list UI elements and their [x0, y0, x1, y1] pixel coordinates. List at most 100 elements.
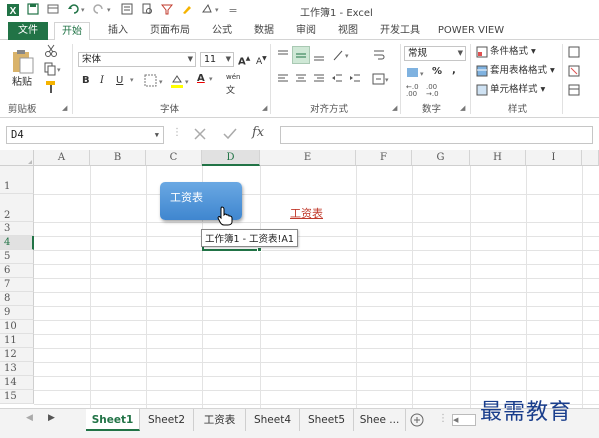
font-color-button[interactable]: A ▾ — [196, 72, 218, 88]
fill-handle[interactable] — [257, 247, 262, 252]
wrap-text-icon[interactable] — [372, 48, 386, 65]
delete-cells-icon[interactable] — [568, 65, 580, 80]
underline-button[interactable]: U — [116, 74, 123, 88]
enter-icon[interactable] — [222, 126, 238, 145]
conditional-format-icon[interactable] — [476, 46, 488, 61]
column-header[interactable]: G — [412, 150, 470, 166]
row-header[interactable]: 3 — [0, 222, 34, 236]
align-middle-icon[interactable] — [292, 46, 310, 64]
phonetic-button[interactable]: wén 文 — [226, 70, 240, 98]
tab-power-view[interactable]: POWER VIEW — [436, 22, 506, 40]
copy-icon[interactable]: ▾ — [44, 62, 62, 79]
redo-icon[interactable]: ▾ — [92, 3, 114, 19]
align-center-icon[interactable] — [294, 72, 308, 89]
row-header[interactable]: 1 — [0, 166, 34, 194]
format-painter-icon[interactable] — [44, 80, 58, 97]
decrease-decimal-icon[interactable]: .00 →.0 — [426, 84, 439, 98]
sheet-tab-sheet2[interactable]: Sheet2 — [140, 409, 194, 431]
row-header[interactable]: 15 — [0, 390, 34, 404]
formula-input[interactable] — [280, 126, 593, 144]
conditional-format-button[interactable]: 条件格式 ▾ — [490, 45, 536, 59]
form-icon[interactable] — [120, 3, 134, 19]
tab-file[interactable]: 文件 — [8, 22, 48, 40]
chevron-down-icon[interactable]: ▾ — [130, 76, 134, 84]
tab-insert[interactable]: 插入 — [100, 22, 136, 40]
row-header[interactable]: 6 — [0, 264, 34, 278]
row-header[interactable]: 7 — [0, 278, 34, 292]
insert-cells-icon[interactable] — [568, 46, 580, 61]
row-header[interactable]: 13 — [0, 362, 34, 376]
sheet-tab-more[interactable]: Shee ... — [354, 409, 406, 431]
brush-icon[interactable] — [180, 3, 194, 19]
format-table-icon[interactable] — [476, 65, 488, 80]
number-launcher-icon[interactable]: ◢ — [460, 104, 465, 112]
row-header[interactable]: 10 — [0, 320, 34, 334]
row-header[interactable]: 8 — [0, 292, 34, 306]
cancel-icon[interactable] — [192, 126, 208, 145]
shape-dropdown-icon[interactable]: ▾ — [200, 3, 224, 19]
border-icon[interactable]: ▾ — [144, 74, 166, 91]
accounting-format-icon[interactable]: ▾ — [406, 66, 428, 83]
sheet-tab-sheet1[interactable]: Sheet1 — [86, 409, 140, 431]
font-launcher-icon[interactable]: ◢ — [262, 104, 267, 112]
increase-indent-icon[interactable] — [348, 72, 362, 89]
shrink-font-button[interactable]: A▼ — [256, 52, 267, 69]
undo-icon[interactable]: ▾ — [66, 3, 88, 19]
horizontal-scrollbar[interactable]: ◀ — [452, 414, 476, 426]
clipboard-launcher-icon[interactable]: ◢ — [62, 104, 67, 112]
increase-decimal-icon[interactable]: ←.0.00 — [406, 84, 419, 98]
format-cells-icon[interactable] — [568, 84, 580, 99]
tab-view[interactable]: 视图 — [332, 22, 364, 40]
row-header[interactable]: 2 — [0, 194, 34, 222]
align-left-icon[interactable] — [276, 72, 290, 89]
customize-icon[interactable] — [46, 3, 60, 19]
sheet-tab-sheet5[interactable]: Sheet5 — [300, 409, 354, 431]
tab-page-layout[interactable]: 页面布局 — [144, 22, 196, 40]
percent-button[interactable]: % — [432, 65, 442, 79]
paste-icon[interactable] — [10, 48, 36, 76]
column-header[interactable]: E — [260, 150, 356, 166]
align-bottom-icon[interactable] — [312, 48, 326, 65]
column-header[interactable]: B — [90, 150, 146, 166]
column-header[interactable]: I — [526, 150, 582, 166]
alignment-launcher-icon[interactable]: ◢ — [392, 104, 397, 112]
column-header[interactable] — [582, 150, 599, 166]
align-right-icon[interactable] — [312, 72, 326, 89]
row-header[interactable]: 9 — [0, 306, 34, 320]
align-top-icon[interactable] — [276, 48, 290, 65]
tab-formulas[interactable]: 公式 — [206, 22, 238, 40]
hyperlink-cell[interactable]: 工资表 — [290, 205, 323, 221]
name-box[interactable]: D4 ▼ — [6, 126, 164, 144]
filter-icon[interactable] — [160, 3, 174, 19]
select-all-corner[interactable] — [0, 150, 34, 166]
grow-font-button[interactable]: A▲ — [238, 52, 250, 69]
scroll-left-icon[interactable]: ◀ — [26, 413, 33, 423]
cell-styles-button[interactable]: 单元格样式 ▾ — [490, 83, 545, 97]
merge-center-icon[interactable]: ▾ — [372, 72, 392, 89]
format-table-button[interactable]: 套用表格格式 ▾ — [490, 64, 555, 78]
bold-button[interactable]: B — [82, 74, 90, 88]
sheet-tab-wage[interactable]: 工资表 — [194, 409, 246, 431]
column-header[interactable]: H — [470, 150, 526, 166]
row-header-selected[interactable]: 4 — [0, 236, 34, 250]
row-header[interactable]: 11 — [0, 334, 34, 348]
column-header-selected[interactable]: D — [202, 150, 260, 166]
tab-home[interactable]: 开始 — [54, 22, 90, 41]
insert-function-button[interactable]: fx — [252, 125, 264, 140]
add-sheet-icon[interactable] — [410, 413, 424, 430]
italic-button[interactable]: I — [100, 74, 104, 88]
column-header[interactable]: F — [356, 150, 412, 166]
font-name-dropdown[interactable]: 宋体 ▼ — [78, 52, 196, 67]
save-icon[interactable] — [26, 3, 40, 19]
row-header[interactable]: 5 — [0, 250, 34, 264]
tab-developer[interactable]: 开发工具 — [374, 22, 426, 40]
qat-more-icon[interactable]: = — [228, 3, 238, 19]
row-header[interactable]: 12 — [0, 348, 34, 362]
column-header[interactable]: A — [34, 150, 90, 166]
row-header[interactable]: 14 — [0, 376, 34, 390]
number-format-dropdown[interactable]: 常规 ▼ — [404, 46, 466, 61]
scroll-right-icon[interactable]: ▶ — [48, 413, 55, 423]
worksheet-grid[interactable]: A B C D E F G H I 1 2 3 4 5 6 7 8 9 10 1… — [0, 150, 599, 408]
fill-color-icon[interactable]: ▾ — [170, 74, 192, 91]
column-header[interactable]: C — [146, 150, 202, 166]
